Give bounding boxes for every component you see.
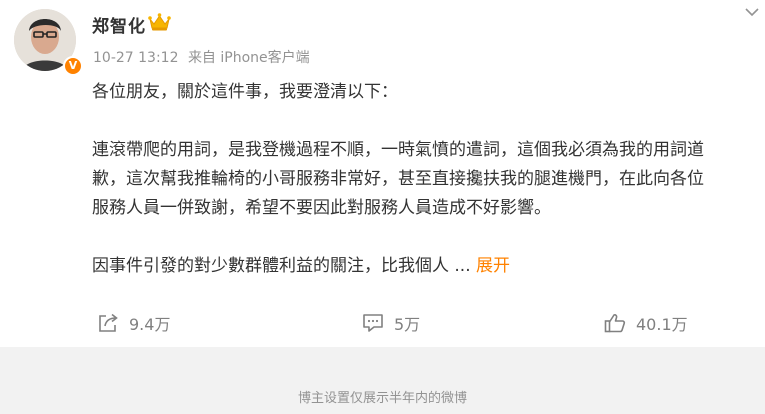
share-icon [99, 313, 118, 332]
post-content: 各位朋友，關於這件事，我要澄清以下： 連滾帶爬的用詞，是我登機過程不順，一時氣憤… [92, 78, 762, 281]
post-line: 各位朋友，關於這件事，我要澄清以下： [92, 82, 398, 102]
ellipsis: ... [449, 256, 471, 276]
verified-badge-icon: V [63, 56, 83, 76]
post-source: 来自 iPhone客户端 [187, 50, 310, 66]
post-meta: 10-27 13:12 来自 iPhone客户端 [93, 47, 315, 67]
comment-button[interactable]: 5万 [362, 307, 420, 339]
post-timestamp[interactable]: 10-27 13:12 [93, 50, 178, 66]
expand-link[interactable]: 展开 [476, 256, 510, 276]
like-count: 40.1万 [636, 315, 688, 334]
post-line: 服務人員一併致謝，希望不要因此對服務人員造成不好影響。 [92, 198, 551, 218]
post-line: 連滾帶爬的用詞，是我登機過程不順，一時氣憤的遣詞，這個我必須為我的用詞道 [92, 140, 704, 160]
comment-count: 5万 [394, 315, 421, 334]
post-line: 因事件引發的對少數群體利益的關注，比我個人 [92, 256, 449, 276]
weibo-post-card: V 郑智化 10-27 13:12 来自 iPhone客户端 各位朋友，關於這件… [0, 0, 765, 347]
comment-icon [363, 314, 383, 332]
like-button[interactable]: 40.1万 [604, 307, 688, 339]
footer: 博主设置仅展示半年内的微博 [0, 347, 765, 414]
thumbs-up-icon [604, 314, 626, 333]
share-button[interactable]: 9.4万 [97, 307, 170, 339]
chevron-down-icon[interactable] [744, 6, 760, 18]
share-count: 9.4万 [129, 315, 171, 334]
member-crown-icon[interactable] [147, 12, 172, 32]
action-bar: 9.4万 5万 40.1万 [0, 307, 765, 339]
user-name[interactable]: 郑智化 [92, 12, 146, 37]
avatar[interactable]: V [14, 9, 83, 76]
post-last-line: 因事件引發的對少數群體利益的關注，比我個人 ... 展开 [92, 252, 762, 281]
footer-notice: 博主设置仅展示半年内的微博 [297, 391, 467, 406]
post-line: 歉，這次幫我推輪椅的小哥服務非常好，甚至直接攙扶我的腿進機門，在此向各位 [92, 169, 704, 189]
